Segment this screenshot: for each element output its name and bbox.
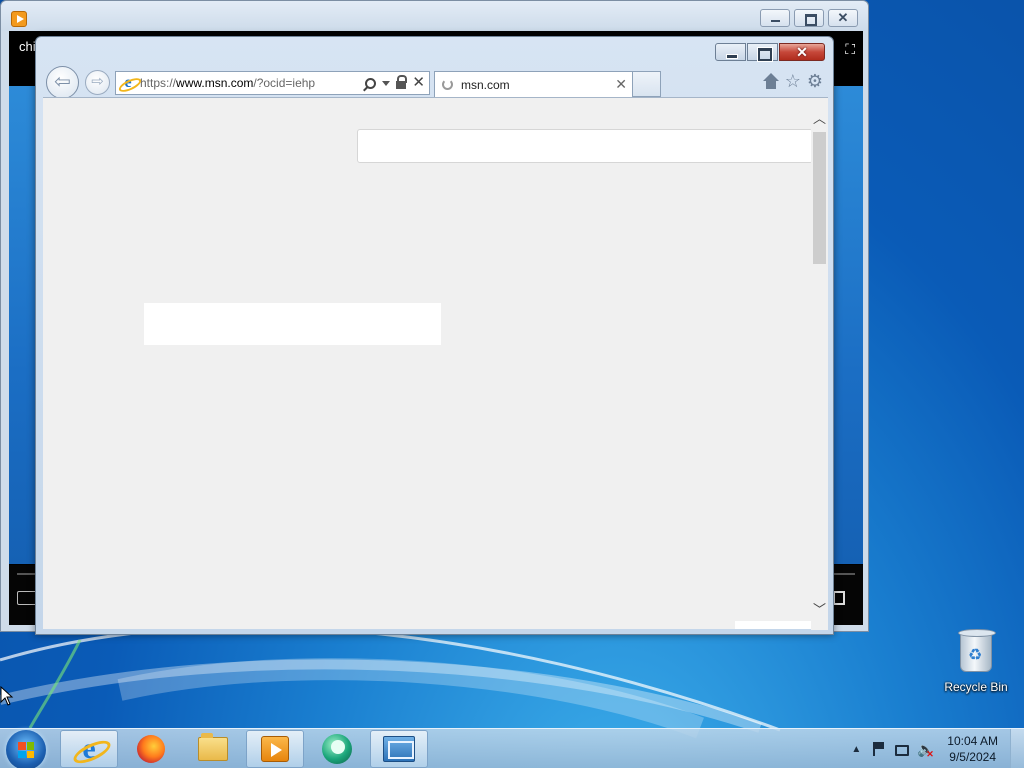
scroll-up-icon[interactable]: ︿	[811, 110, 828, 127]
start-button[interactable]	[6, 730, 46, 768]
msn-placeholder-strip	[735, 621, 811, 629]
windows-logo-icon	[18, 742, 34, 758]
rdp-icon	[383, 736, 415, 762]
gear-icon[interactable]: ⚙	[807, 71, 823, 92]
taskbar-globe-app[interactable]	[308, 730, 366, 768]
action-center-flag-icon[interactable]	[871, 741, 887, 757]
new-tab-button[interactable]	[633, 71, 661, 97]
taskbar-internet-explorer[interactable]: e	[60, 730, 118, 768]
taskbar-media-player[interactable]	[246, 730, 304, 768]
taskbar-windows-explorer[interactable]	[184, 730, 242, 768]
back-button[interactable]: ⇦	[46, 66, 79, 99]
show-hidden-icons-icon[interactable]: ▲	[851, 744, 861, 755]
url-host: www.msn.com	[176, 76, 254, 90]
media-close-button[interactable]: ✕	[828, 9, 858, 27]
media-player-icon	[11, 11, 27, 27]
firefox-icon	[137, 735, 165, 763]
vertical-scrollbar[interactable]: ︿ ﹀	[811, 98, 828, 630]
media-player-titlebar[interactable]: ✕	[1, 1, 868, 31]
forward-arrow-icon: ⇨	[91, 73, 104, 90]
media-minimize-button[interactable]	[760, 9, 790, 27]
ie-minimize-button[interactable]	[715, 43, 746, 61]
ie-icon: e	[75, 734, 103, 764]
media-playlist-icon[interactable]	[17, 591, 37, 605]
clock-time: 10:04 AM	[947, 734, 998, 748]
recycle-bin[interactable]: Recycle Bin	[940, 629, 1012, 694]
show-desktop-button[interactable]	[1010, 729, 1024, 768]
scroll-thumb[interactable]	[813, 132, 826, 264]
scroll-down-icon[interactable]: ﹀	[811, 601, 828, 618]
mouse-cursor-icon	[0, 686, 14, 706]
clock-date: 9/5/2024	[949, 750, 996, 764]
taskbar-remote-desktop[interactable]	[370, 730, 428, 768]
url-protocol: https://	[140, 76, 177, 90]
msn-placeholder-block	[144, 303, 441, 345]
folder-icon	[198, 733, 228, 761]
address-url[interactable]: https://www.msn.com/?ocid=iehp	[140, 76, 365, 90]
back-arrow-icon: ⇦	[54, 71, 71, 93]
globe-icon	[322, 734, 352, 764]
address-bar[interactable]: e https://www.msn.com/?ocid=iehp ✕	[115, 71, 430, 95]
network-icon[interactable]	[895, 744, 910, 756]
system-tray: ▲ 🔈 10:04 AM 9/5/2024	[851, 729, 1024, 768]
media-title-text: chi	[19, 39, 36, 54]
stop-icon[interactable]: ✕	[412, 75, 425, 90]
media-maximize-button[interactable]	[794, 9, 824, 27]
clock[interactable]: 10:04 AM 9/5/2024	[947, 733, 998, 765]
taskbar: e ▲ 🔈 10:04 AM 9/5/2024	[0, 728, 1024, 768]
home-icon[interactable]	[762, 73, 779, 89]
search-icon[interactable]	[365, 77, 377, 89]
ie-restore-button[interactable]	[747, 43, 778, 62]
msn-search-box[interactable]	[357, 129, 813, 163]
taskbar-firefox[interactable]	[122, 730, 180, 768]
ie-window[interactable]: ✕ ⇦ ⇨ e https://www.msn.com/?ocid=iehp ✕…	[35, 36, 834, 635]
ie-page-icon: e	[120, 75, 136, 91]
url-path: /?ocid=iehp	[253, 76, 316, 90]
chevron-down-icon[interactable]	[382, 80, 391, 86]
recycle-bin-icon	[958, 629, 996, 672]
lock-icon[interactable]	[396, 75, 408, 89]
page-content[interactable]: ︿ ﹀	[43, 97, 828, 630]
media-switch-view-icon[interactable]	[833, 591, 845, 605]
tab-msn[interactable]: msn.com ✕	[434, 71, 633, 97]
tab-close-icon[interactable]: ✕	[615, 76, 627, 93]
media-player-icon	[261, 736, 289, 762]
forward-button[interactable]: ⇨	[85, 70, 110, 95]
tab-label: msn.com	[461, 77, 510, 92]
volume-muted-icon[interactable]: 🔈	[917, 741, 934, 762]
favorites-star-icon[interactable]: ☆	[785, 71, 801, 92]
loading-spinner-icon	[442, 79, 453, 90]
fullscreen-icon[interactable]: ⛶	[845, 41, 855, 58]
recycle-bin-label: Recycle Bin	[944, 680, 1008, 694]
ie-close-button[interactable]: ✕	[779, 43, 825, 61]
